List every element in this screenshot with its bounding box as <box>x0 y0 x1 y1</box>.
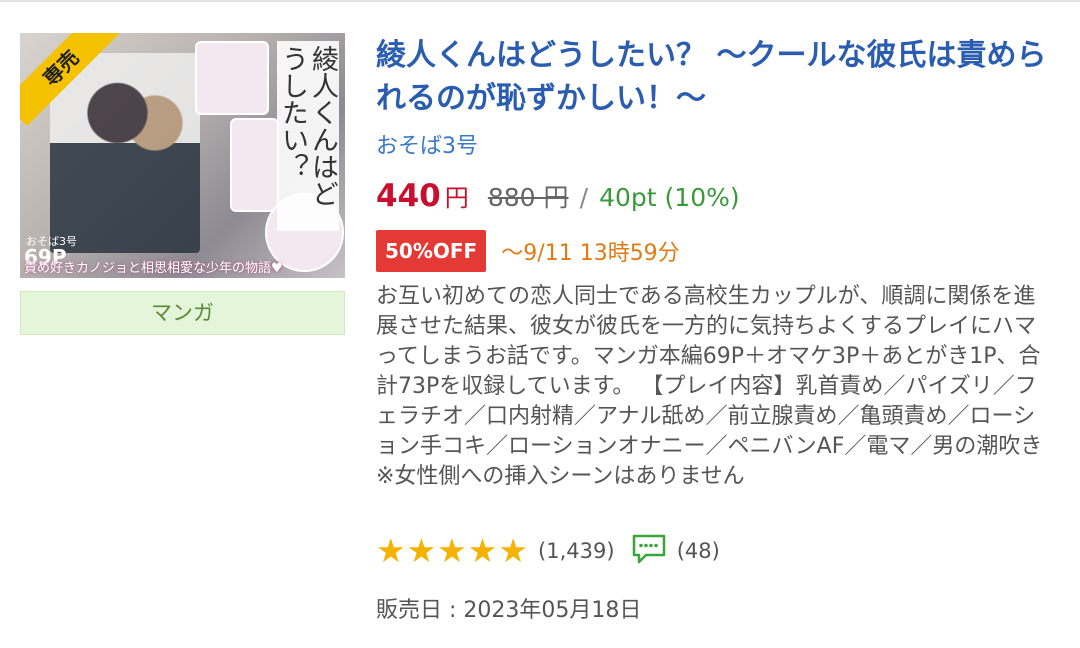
cover-panel <box>195 41 269 115</box>
review-count: (48) <box>676 538 720 563</box>
rating-count: (1,439) <box>538 538 615 563</box>
circle-name-link[interactable]: おそば3号 <box>376 128 478 160</box>
cover-title: 綾人くんはどうしたい？ <box>277 41 339 231</box>
sale-row: 50%OFF 〜9/11 13時59分 <box>376 230 680 272</box>
rating-row[interactable]: ★★★★★ (1,439) (48) <box>376 531 720 570</box>
points-reward: 40pt (10%) <box>599 183 740 212</box>
exclusive-ribbon: 専売 <box>20 33 130 143</box>
exclusive-badge: 専売 <box>20 33 119 126</box>
price-unit: 円 <box>444 184 469 212</box>
genre-tag[interactable]: マンガ <box>20 291 345 335</box>
product-description: お互い初めての恋人同士である高校生カップルが、順調に関係を進展させた結果、彼女が… <box>376 284 1065 489</box>
top-divider <box>0 0 1080 2</box>
release-date: 販売日 : 2023年05月18日 <box>376 598 642 623</box>
discount-badge: 50%OFF <box>376 230 487 272</box>
sale-price: 440 <box>376 178 441 214</box>
cover-author: おそば3号 <box>26 235 77 248</box>
sale-deadline: 〜9/11 13時59分 <box>501 241 680 266</box>
star-icon: ★★★★★ <box>376 531 529 570</box>
comment-icon <box>632 534 666 568</box>
price-separator: / <box>579 183 589 212</box>
cover-panel <box>230 118 279 212</box>
price-row: 440 円 880 円 / 40pt (10%) <box>376 178 740 218</box>
cover-tagline: 責め好きカノジョと相思相愛な少年の物語♥ <box>24 261 283 276</box>
original-price: 880 円 <box>487 183 569 212</box>
product-title[interactable]: 綾人くんはどうしたい？ 〜クールな彼氏は責められるのが恥ずかしい！〜 <box>376 34 1066 120</box>
